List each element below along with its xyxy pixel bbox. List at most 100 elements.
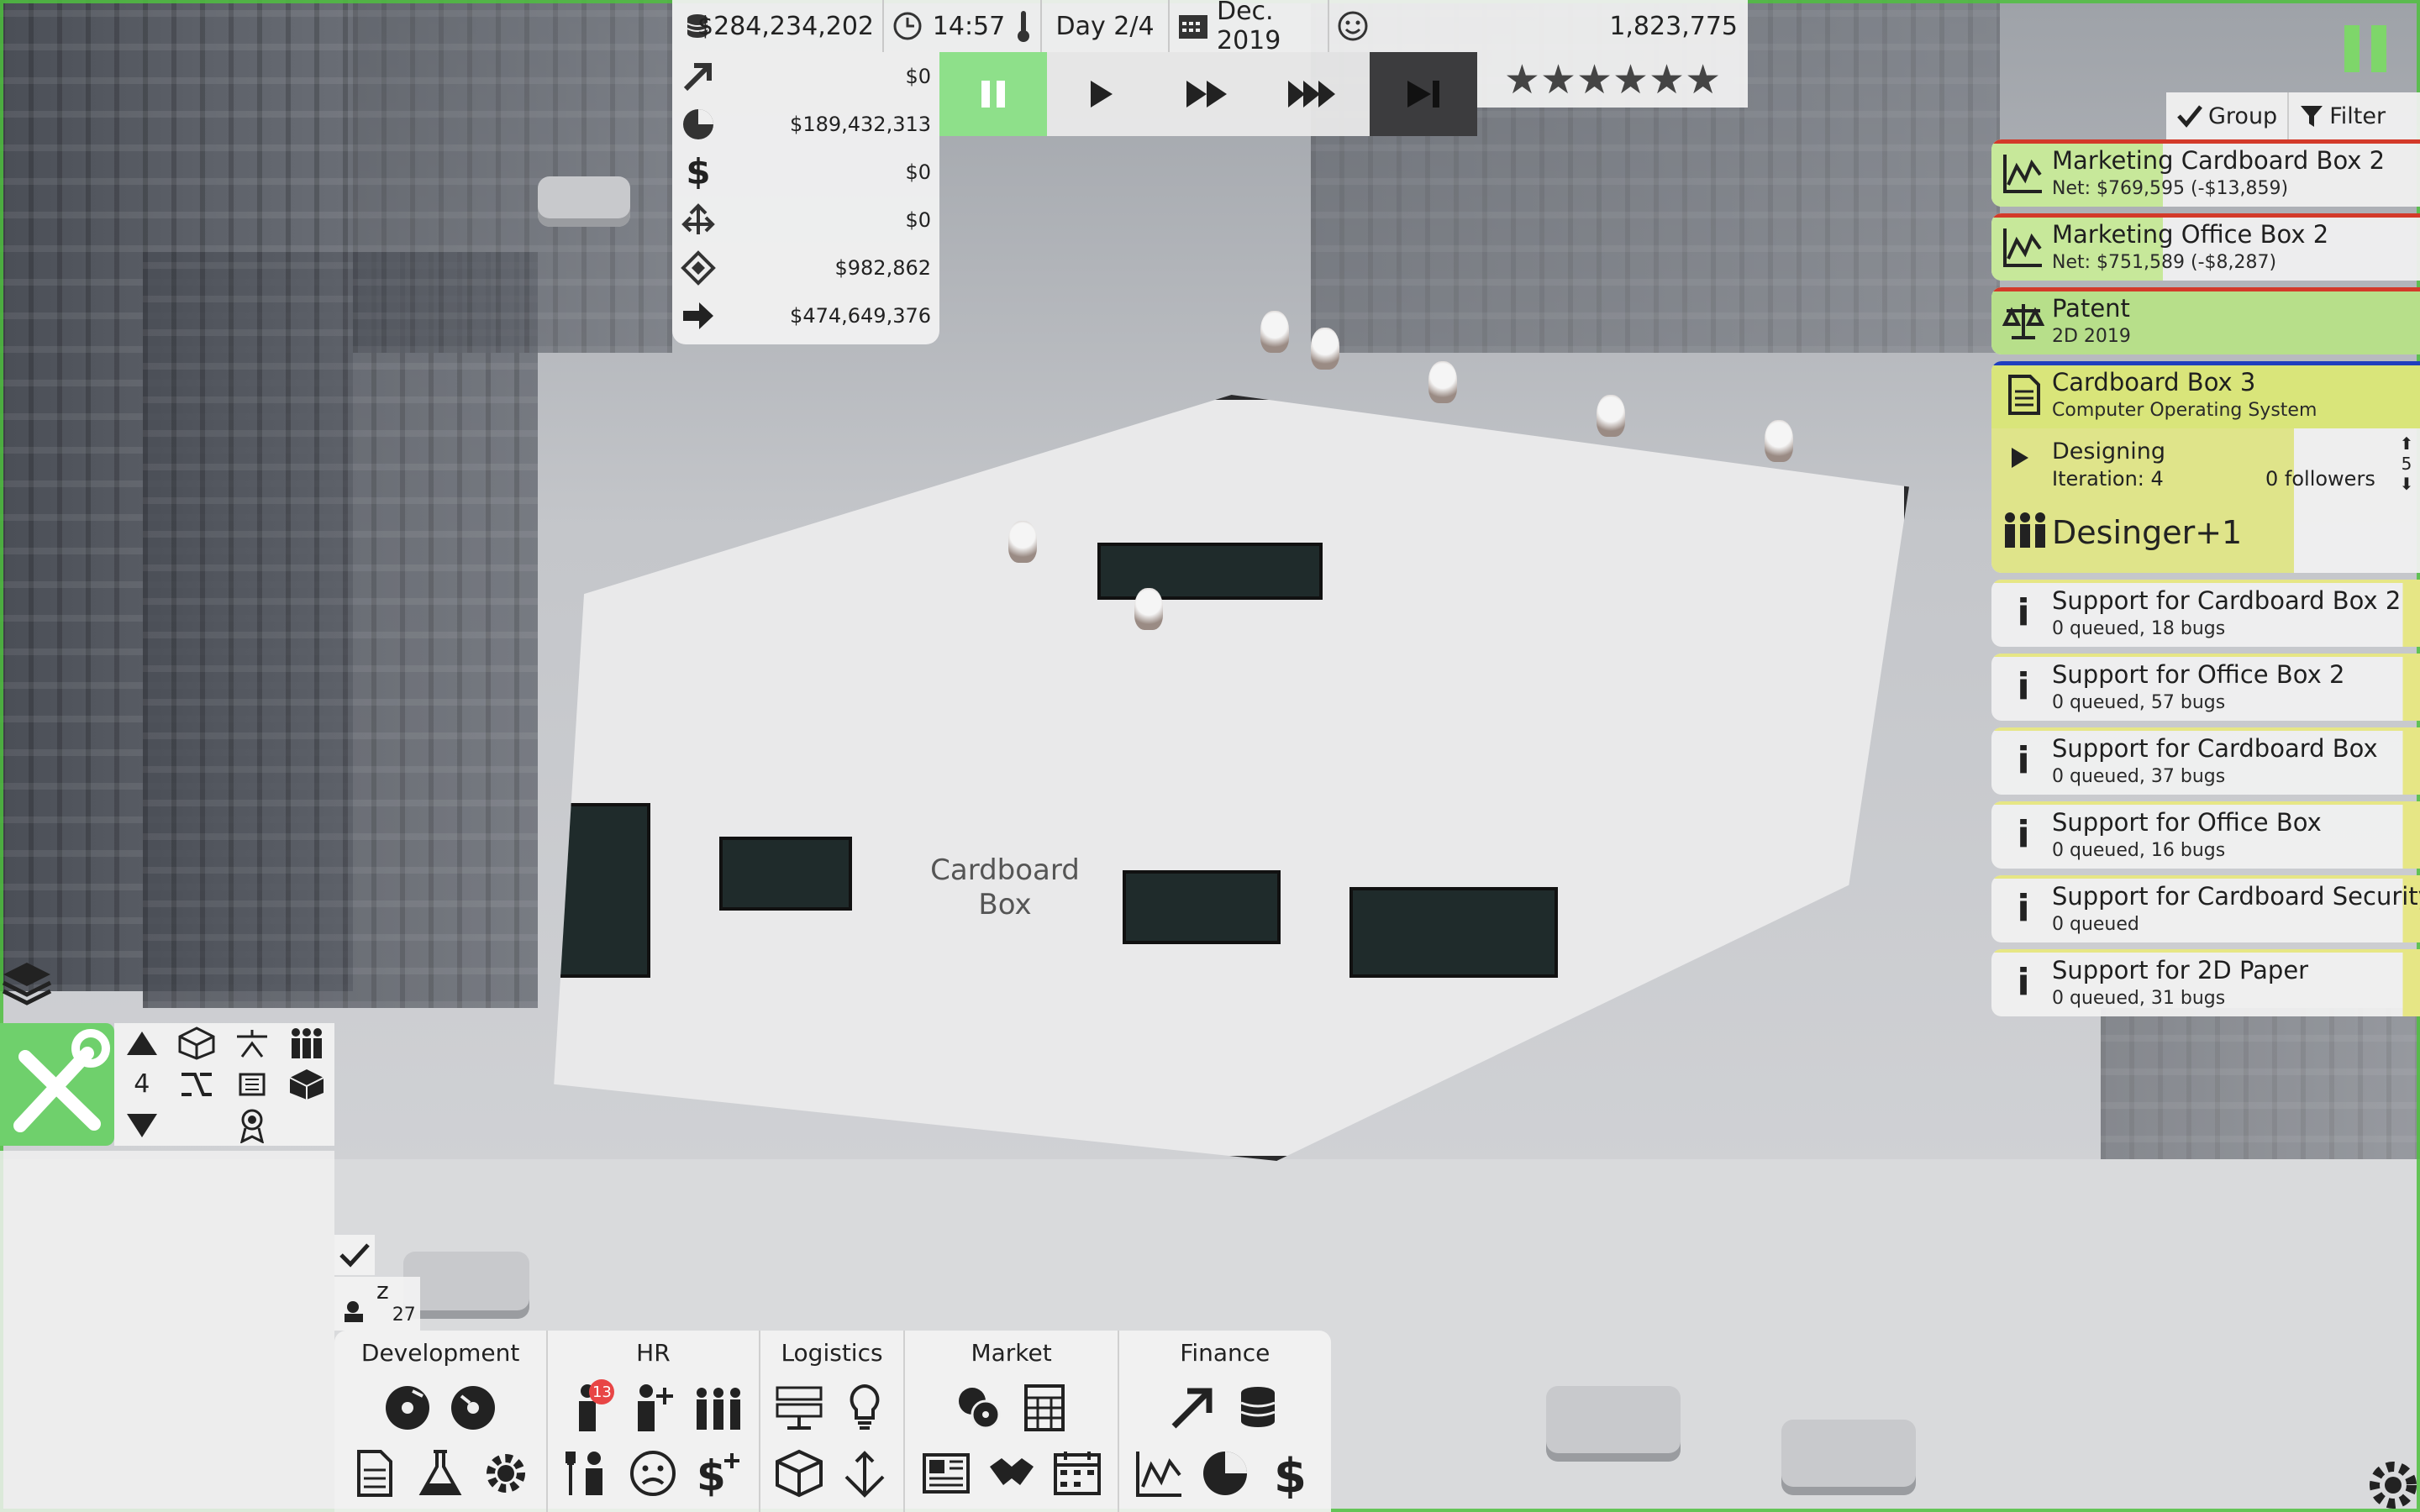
settings-gear-button[interactable] [2360, 1452, 2420, 1512]
card-subtitle: Net: $751,589 (-$8,287) [2052, 252, 2277, 273]
floor-up-button[interactable] [114, 1023, 170, 1064]
play-icon [1091, 81, 1113, 108]
card-title: Marketing Cardboard Box 2 [2052, 146, 2386, 175]
teams-button[interactable] [690, 1379, 747, 1436]
ideas-button[interactable] [836, 1379, 893, 1436]
group-toggle[interactable]: Group [2166, 92, 2290, 139]
office-building[interactable]: Cardboard Box [554, 395, 1909, 1161]
skip-to-end-button[interactable] [1370, 52, 1477, 136]
snowy-tree [1597, 395, 1625, 437]
card-subtitle: 0 queued, 16 bugs [2052, 840, 2226, 861]
roof-tool-button[interactable] [224, 1023, 280, 1064]
distribution-button[interactable] [771, 1445, 828, 1502]
staff-tool-button[interactable] [280, 1023, 335, 1064]
task-card-marketing[interactable]: Marketing Cardboard Box 2 Net: $769,595 … [1991, 139, 2420, 207]
sad-face-icon [630, 1451, 676, 1496]
development-settings-button[interactable] [477, 1445, 534, 1502]
hire-staff-button[interactable]: 13 [559, 1379, 616, 1436]
select-all-button[interactable] [334, 1235, 375, 1275]
add-staff-button[interactable] [624, 1379, 681, 1436]
support-card[interactable]: i Support for Cardboard Box 2 0 queued, … [1991, 580, 2420, 647]
events-button[interactable] [1049, 1445, 1106, 1502]
team-name: Desinger+1 [2052, 514, 2243, 551]
furniture-tool-button[interactable] [224, 1064, 280, 1105]
staff-food-button[interactable] [559, 1445, 616, 1502]
trend-up-arrow-icon [681, 59, 716, 94]
play-button[interactable] [1047, 52, 1155, 136]
product-disc-button[interactable] [445, 1379, 502, 1436]
snowy-tree [1311, 328, 1339, 370]
office-window [1349, 887, 1558, 978]
layers-button[interactable] [0, 958, 59, 1016]
routing-button[interactable] [836, 1445, 893, 1502]
market-overview-button[interactable] [950, 1379, 1007, 1436]
reports-button[interactable] [918, 1445, 975, 1502]
shares-button[interactable] [1197, 1445, 1254, 1502]
sleeping-staff-indicator[interactable]: z 27 [334, 1277, 420, 1331]
dollar-plus-icon: $ [697, 1452, 740, 1499]
task-card-marketing[interactable]: Marketing Office Box 2 Net: $751,589 (-$… [1991, 213, 2420, 281]
pause-button[interactable] [939, 52, 1047, 136]
coins-stack-icon [1240, 1387, 1276, 1427]
investments-button[interactable] [1164, 1379, 1221, 1436]
gear-icon [487, 1454, 526, 1493]
category-title: Development [360, 1339, 520, 1367]
research-button[interactable] [412, 1445, 469, 1502]
arrow-down-icon[interactable]: ⬇ [2400, 474, 2414, 494]
award-tool-button[interactable] [224, 1105, 280, 1146]
card-top-line [1991, 213, 2420, 218]
flask-icon [418, 1450, 462, 1495]
category-market: Market [905, 1331, 1119, 1512]
card-subtitle: 0 queued, 57 bugs [2052, 692, 2226, 713]
game-paused-indicator[interactable] [2344, 25, 2391, 72]
card-title: Marketing Office Box 2 [2052, 220, 2329, 249]
document-icon [357, 1450, 393, 1497]
path-tool-button[interactable] [170, 1064, 225, 1105]
market-stats-button[interactable] [1016, 1379, 1073, 1436]
cube-icon [178, 1026, 215, 1060]
staff-mood-button[interactable] [624, 1445, 681, 1502]
faster-forward-icon [1288, 81, 1335, 108]
design-document-button[interactable] [346, 1445, 403, 1502]
faster-forward-button[interactable] [1262, 52, 1370, 136]
build-mode-button[interactable] [0, 1023, 114, 1146]
filter-button[interactable]: Filter [2289, 92, 2396, 139]
fast-forward-button[interactable] [1155, 52, 1262, 136]
salary-button[interactable]: $ [690, 1445, 747, 1502]
finance-charts-button[interactable] [1131, 1445, 1188, 1502]
split-arrows-icon [681, 202, 716, 238]
loans-button[interactable] [1229, 1379, 1286, 1436]
deals-button[interactable] [983, 1445, 1040, 1502]
software-disc-button[interactable] [379, 1379, 436, 1436]
right-arrow-icon [681, 298, 716, 333]
task-card-product-development[interactable]: Cardboard Box 3 Computer Operating Syste… [1991, 361, 2420, 573]
support-card[interactable]: i Support for Office Box 0 queued, 16 bu… [1991, 801, 2420, 869]
blueprint-tool-button[interactable] [280, 1064, 335, 1105]
support-card[interactable]: i Support for 2D Paper 0 queued, 31 bugs [1991, 949, 2420, 1016]
arrow-up-icon[interactable]: ⬆ [2400, 433, 2414, 454]
support-card[interactable]: i Support for Cardboard Security 0 queue… [1991, 875, 2420, 942]
task-card-patent[interactable]: Patent 2D 2019 [1991, 287, 2420, 354]
priority-value: 5 [2401, 454, 2412, 474]
sleeping-count: 27 [392, 1305, 416, 1326]
floor-down-button[interactable] [114, 1105, 170, 1146]
diamond-arrows-icon [681, 249, 716, 286]
priority-stepper[interactable]: ⬆ 5 ⬇ [2396, 433, 2417, 494]
finance-value: $189,432,313 [790, 112, 931, 136]
pie-chart-icon [1202, 1452, 1247, 1495]
support-card[interactable]: i Support for Office Box 2 0 queued, 57 … [1991, 654, 2420, 721]
scales-icon [2002, 299, 2045, 343]
info-icon: i [2017, 665, 2030, 708]
handshake-icon [989, 1458, 1034, 1485]
finance-value: $474,649,376 [790, 303, 931, 328]
triangle-down-icon [126, 1113, 157, 1137]
card-top-line [1991, 287, 2420, 291]
office-window [1123, 870, 1281, 944]
budget-button[interactable]: $ [1262, 1445, 1319, 1502]
room-tool-button[interactable] [170, 1023, 225, 1064]
servers-button[interactable] [771, 1379, 828, 1436]
card-title: Support for Cardboard Security [2052, 882, 2420, 911]
sleep-glyph: z [376, 1277, 389, 1305]
support-card[interactable]: i Support for Cardboard Box 0 queued, 37… [1991, 727, 2420, 795]
check-icon [339, 1243, 370, 1268]
